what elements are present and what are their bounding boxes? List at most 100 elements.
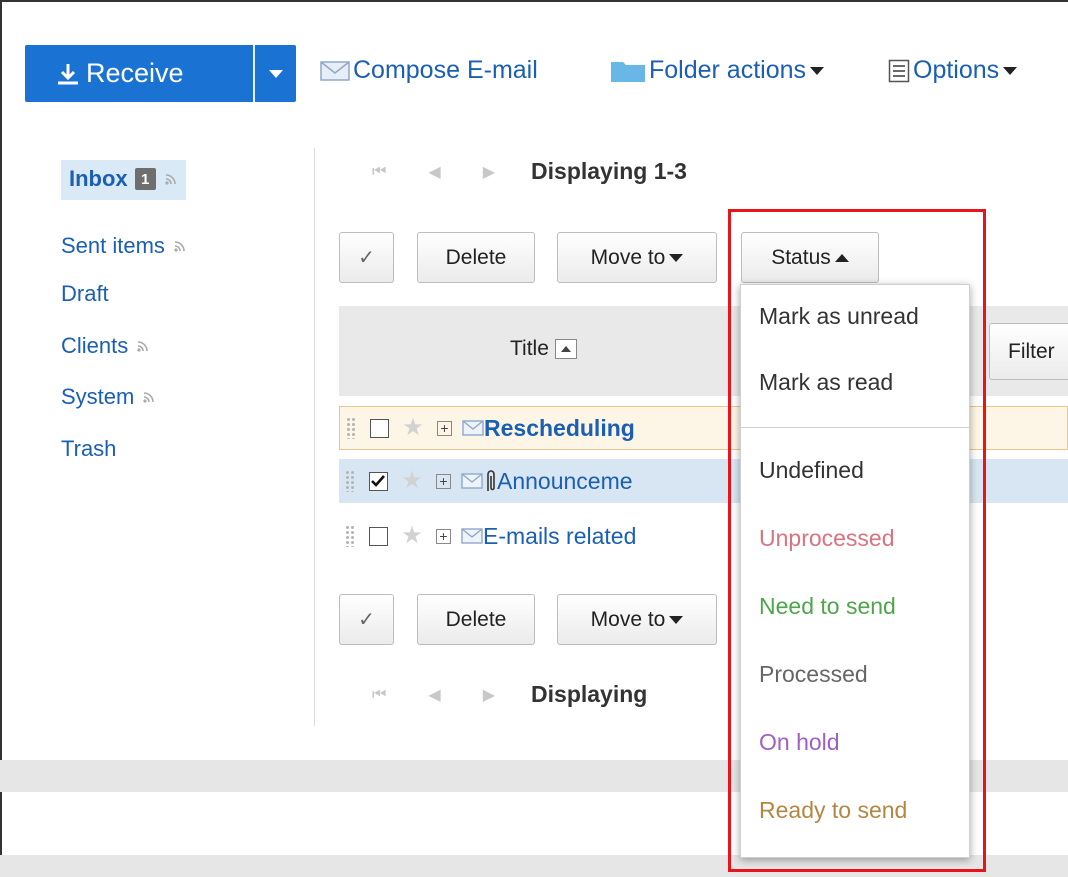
folder-actions-label: Folder actions	[649, 56, 807, 84]
select-all-button[interactable]: ✓	[339, 594, 394, 645]
sidebar-divider	[314, 148, 315, 726]
drag-handle-icon[interactable]	[345, 525, 355, 547]
title-column-header[interactable]: Title	[510, 337, 577, 361]
prev-page-icon[interactable]: ◀	[428, 685, 440, 705]
move-label: Move to	[590, 245, 666, 269]
pager-status: Displaying 1-3	[531, 158, 687, 184]
move-to-button[interactable]: Move to	[557, 594, 717, 645]
download-icon	[58, 63, 78, 84]
envelope-icon	[462, 420, 484, 436]
menu-divider	[741, 427, 969, 428]
rss-icon	[174, 241, 185, 252]
folder-label: Draft	[61, 281, 109, 306]
row-checkbox[interactable]	[369, 526, 388, 546]
chevron-down-icon	[669, 253, 684, 262]
mail-subject[interactable]: Rescheduling	[484, 415, 635, 442]
menu-item-status[interactable]: Need to send	[759, 593, 896, 620]
compose-email-link[interactable]: Compose E-mail	[320, 56, 538, 85]
pager-top: ⏮ ◀ ▶ Displaying 1-3	[372, 158, 687, 185]
check-icon: ✓	[358, 609, 375, 631]
chevron-down-icon	[669, 615, 684, 624]
expand-icon[interactable]: +	[437, 420, 452, 436]
check-icon: ✓	[358, 247, 375, 269]
folder-draft[interactable]: Draft	[61, 281, 109, 307]
delete-button[interactable]: Delete	[417, 594, 535, 645]
drag-handle-icon[interactable]	[345, 470, 355, 492]
folder-label: Trash	[61, 436, 117, 461]
status-button[interactable]: Status	[741, 232, 879, 283]
chevron-down-icon	[810, 66, 825, 75]
next-page-icon[interactable]: ▶	[483, 162, 495, 182]
checkmark-icon	[371, 474, 385, 487]
status-label: Status	[771, 245, 831, 269]
row-checkbox[interactable]	[370, 418, 389, 438]
list-icon	[888, 59, 910, 82]
folder-inbox[interactable]: Inbox 1	[61, 160, 186, 200]
star-icon[interactable]: ★	[401, 416, 425, 440]
folder-actions-menu[interactable]: Folder actions	[610, 56, 825, 85]
menu-item-status[interactable]: Ready to send	[759, 797, 907, 824]
sort-ascending-icon[interactable]	[554, 339, 577, 359]
options-label: Options	[913, 56, 1000, 84]
footer-band	[0, 855, 1068, 877]
mail-subject[interactable]: E-mails related	[483, 523, 636, 550]
delete-label: Delete	[445, 607, 507, 631]
chevron-down-icon	[268, 69, 283, 78]
next-page-icon[interactable]: ▶	[483, 685, 495, 705]
pager-bottom: ⏮ ◀ ▶ Displaying	[372, 681, 647, 708]
attachment-icon	[487, 470, 495, 491]
row-checkbox[interactable]	[369, 471, 388, 491]
folder-icon	[611, 61, 645, 82]
window-frame-top	[0, 0, 1068, 2]
drag-handle-icon[interactable]	[346, 417, 356, 439]
star-icon[interactable]: ★	[400, 524, 424, 548]
menu-item-status[interactable]: Undefined	[759, 457, 864, 484]
move-to-button[interactable]: Move to	[557, 232, 717, 283]
status-dropdown-menu: Mark as unread Mark as read Undefined Un…	[740, 284, 970, 858]
prev-page-icon[interactable]: ◀	[428, 162, 440, 182]
expand-icon[interactable]: +	[436, 473, 451, 489]
rss-icon	[165, 174, 176, 185]
options-menu[interactable]: Options	[888, 56, 1018, 85]
folder-label: System	[61, 384, 135, 409]
rss-icon	[143, 392, 155, 403]
filter-button[interactable]: Filter	[989, 323, 1068, 380]
envelope-icon	[320, 60, 350, 81]
select-all-button[interactable]: ✓	[339, 232, 394, 283]
chevron-up-icon	[834, 253, 849, 262]
filter-label: Filter	[1008, 339, 1055, 363]
folder-sent-items[interactable]: Sent items	[61, 233, 187, 259]
move-label: Move to	[590, 607, 666, 631]
window-frame-left	[0, 0, 2, 877]
folder-trash[interactable]: Trash	[61, 436, 116, 462]
folder-label: Inbox	[69, 166, 128, 191]
delete-button[interactable]: Delete	[417, 232, 535, 283]
first-page-icon[interactable]: ⏮	[372, 163, 386, 181]
receive-main[interactable]: Receive	[25, 45, 253, 102]
receive-button[interactable]: Receive	[25, 45, 296, 102]
unread-badge: 1	[134, 168, 156, 190]
star-icon[interactable]: ★	[400, 469, 424, 493]
expand-icon[interactable]: +	[436, 528, 451, 544]
menu-item-status[interactable]: Processed	[759, 661, 868, 688]
receive-divider	[253, 45, 255, 102]
envelope-icon	[461, 528, 483, 544]
folder-system[interactable]: System	[61, 384, 156, 410]
folder-clients[interactable]: Clients	[61, 333, 150, 359]
menu-item-status[interactable]: Unprocessed	[759, 525, 895, 552]
receive-dropdown-toggle[interactable]	[255, 45, 296, 102]
mail-subject[interactable]: Announceme	[497, 468, 633, 495]
receive-label: Receive	[86, 58, 184, 88]
menu-item-mark-read[interactable]: Mark as read	[759, 369, 893, 396]
compose-label: Compose E-mail	[353, 56, 538, 84]
delete-label: Delete	[445, 245, 507, 269]
menu-item-status[interactable]: On hold	[759, 729, 840, 756]
first-page-icon[interactable]: ⏮	[372, 686, 386, 704]
chevron-down-icon	[1003, 66, 1018, 75]
title-header-label: Title	[510, 337, 549, 360]
folder-label: Clients	[61, 333, 129, 358]
rss-icon	[137, 341, 149, 352]
folder-label: Sent items	[61, 233, 165, 258]
menu-item-mark-unread[interactable]: Mark as unread	[759, 303, 919, 330]
envelope-icon	[461, 473, 483, 489]
